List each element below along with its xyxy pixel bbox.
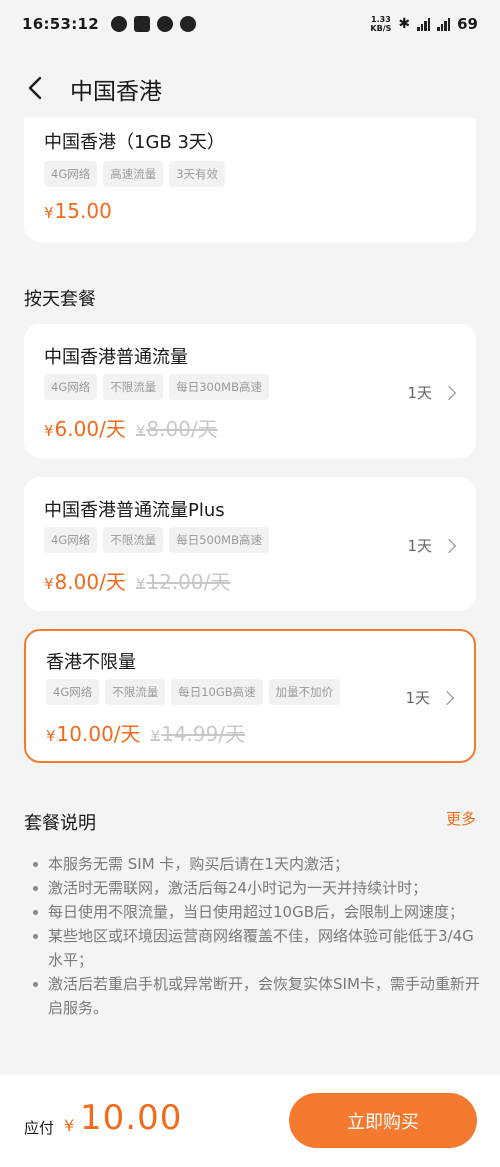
chevron-right-icon (439, 690, 455, 705)
list-item: 激活后若重启手机或异常断开，会恢复实体SIM卡，需手动重新开启服务。 (32, 972, 482, 1020)
plan-name: 中国香港（1GB 3天） (44, 132, 225, 153)
weibo-icon (111, 16, 128, 32)
battery-level: 69 (457, 15, 478, 33)
plan-original-price: ¥8.00/天 (135, 417, 218, 441)
list-item: 某些地区或环境因运营商网络覆盖不佳，网络体验可能低于3/4G 水平； (32, 924, 482, 972)
plan-name: 中国香港普通流量 (44, 347, 188, 368)
back-arrow-icon[interactable] (22, 74, 50, 102)
chevron-right-icon (441, 385, 457, 400)
network-speed: 1.33 KB/S (370, 15, 392, 33)
plan-tag: 3天有效 (169, 161, 226, 187)
signal-icon-2 (437, 17, 451, 31)
status-right: 1.33 KB/S ✱ 69 (370, 15, 478, 33)
bluetooth-icon: ✱ (398, 16, 411, 32)
status-bar: 16:53:12 1.33 KB/S ✱ 69 (0, 0, 500, 48)
plan-tag: 4G网络 (46, 679, 100, 705)
plan-tag: 4G网络 (44, 161, 98, 187)
chat-icon (180, 16, 197, 32)
plan-card-selected[interactable]: 香港不限量 4G网络 不限流量 每日10GB高速 加量不加价 ¥10.00/天 ¥… (24, 629, 476, 763)
plan-tag: 不限流量 (105, 679, 166, 705)
more-link[interactable]: 更多 (446, 808, 476, 829)
plan-tag: 每日10GB高速 (171, 679, 263, 705)
plan-tags: 4G网络 不限流量 每日500MB高速 (44, 527, 269, 553)
plan-duration: 1天 (407, 382, 457, 403)
plan-original-price: ¥12.00/天 (135, 570, 231, 594)
pay-currency: ¥ (64, 1116, 75, 1135)
section-title-daily: 按天套餐 (24, 289, 96, 310)
plan-tag: 4G网络 (44, 527, 98, 553)
plan-tag: 4G网络 (44, 374, 98, 400)
plan-card[interactable]: 中国香港普通流量 4G网络 不限流量 每日300MB高速 ¥6.00/天 ¥8.0… (24, 324, 476, 458)
plan-price: ¥6.00/天 ¥8.00/天 (44, 417, 218, 441)
chevron-right-icon (441, 538, 457, 553)
plan-price: ¥8.00/天 ¥12.00/天 (44, 570, 231, 594)
plan-tag: 高速流量 (103, 161, 164, 187)
plan-tags: 4G网络 不限流量 每日10GB高速 加量不加价 (46, 679, 341, 705)
signal-icon (417, 17, 431, 31)
section-title-description: 套餐说明 (24, 813, 96, 834)
drop-icon (157, 16, 174, 32)
description-list: 本服务无需 SIM 卡，购买后请在1天内激活； 激活时无需联网，激活后每24小时… (32, 852, 482, 1020)
plan-tags: 4G网络 不限流量 每日300MB高速 (44, 374, 269, 400)
list-item: 每日使用不限流量，当日使用超过10GB后，会限制上网速度； (32, 900, 482, 924)
list-item: 激活时无需联网，激活后每24小时记为一天并持续计时； (32, 876, 482, 900)
plan-name: 中国香港普通流量Plus (44, 500, 225, 521)
pay-amount: 10.00 (80, 1098, 183, 1138)
plan-tag: 加量不加价 (268, 679, 341, 705)
plan-card-top[interactable]: 中国香港（1GB 3天） 4G网络 高速流量 3天有效 ¥15.00 (24, 118, 476, 242)
plan-tag: 不限流量 (103, 527, 164, 553)
plan-tag: 不限流量 (103, 374, 164, 400)
plan-tag: 每日300MB高速 (169, 374, 269, 400)
page-title: 中国香港 (70, 79, 162, 105)
plan-card[interactable]: 中国香港普通流量Plus 4G网络 不限流量 每日500MB高速 ¥8.00/天… (24, 477, 476, 611)
plan-name: 香港不限量 (46, 652, 136, 673)
plan-duration: 1天 (407, 535, 457, 556)
bottom-bar: 应付 ¥ 10.00 立即购买 (0, 1074, 500, 1167)
status-time: 16:53:12 (22, 15, 100, 33)
nav-bar: 中国香港 (0, 60, 500, 116)
pay-label: 应付 (24, 1119, 55, 1137)
plan-tags: 4G网络 高速流量 3天有效 (44, 161, 226, 187)
status-notification-icons (111, 16, 197, 32)
plan-price: ¥10.00/天 ¥14.99/天 (46, 722, 246, 746)
plan-original-price: ¥14.99/天 (150, 722, 246, 746)
plan-duration: 1天 (405, 687, 455, 708)
notification-icon (134, 16, 151, 32)
buy-now-button[interactable]: 立即购买 (289, 1093, 477, 1148)
list-item: 本服务无需 SIM 卡，购买后请在1天内激活； (32, 852, 482, 876)
plan-price: ¥15.00 (44, 199, 112, 223)
plan-tag: 每日500MB高速 (169, 527, 269, 553)
